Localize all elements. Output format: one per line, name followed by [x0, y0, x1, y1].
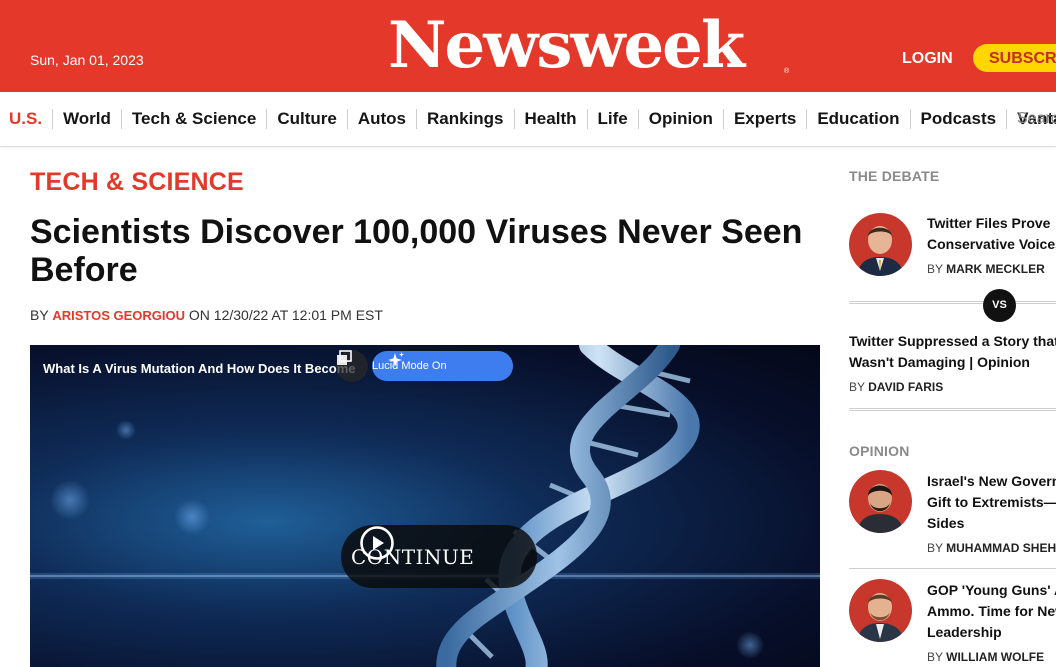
- debate-story-title-1[interactable]: Twitter Files Prove Conservative Voices: [927, 213, 1056, 255]
- video-player[interactable]: What Is A Virus Mutation And How Does It…: [30, 345, 820, 667]
- opinion-story-title-1[interactable]: Israel's New Government Gift to Extremis…: [927, 471, 1056, 534]
- divider: [849, 408, 1056, 411]
- article-byline: BY ARISTOS GEORGIOU ON 12/30/22 AT 12:01…: [30, 307, 383, 323]
- title-line: Twitter Suppressed a Story that: [849, 333, 1056, 349]
- article-dateline: ON 12/30/22 AT 12:01 PM EST: [188, 307, 383, 323]
- title-line: Gift to Extremists—: [927, 494, 1056, 510]
- article-headline: Scientists Discover 100,000 Viruses Neve…: [30, 213, 803, 289]
- search-input[interactable]: Search: [1017, 110, 1056, 128]
- current-date: Sun, Jan 01, 2023: [30, 52, 144, 68]
- divider: [849, 301, 1056, 304]
- lucid-mode-toggle[interactable]: Lucid Mode On: [372, 351, 513, 381]
- author-link[interactable]: MUHAMMAD SHEHADA: [946, 541, 1056, 555]
- author-link[interactable]: DAVID FARIS: [868, 380, 943, 394]
- byline-prefix: BY: [849, 380, 865, 394]
- video-title: What Is A Virus Mutation And How Does It…: [43, 361, 356, 376]
- debate-heading: THE DEBATE: [849, 168, 940, 184]
- author-photo-mark-meckler: [849, 213, 912, 276]
- login-link[interactable]: LOGIN: [902, 50, 953, 68]
- debate-byline-1: BY MARK MECKLER: [927, 262, 1045, 276]
- title-line: Leadership: [927, 624, 1002, 640]
- byline-prefix: BY: [927, 650, 943, 664]
- avatar[interactable]: [849, 470, 912, 533]
- opinion-story-title-2[interactable]: GOP 'Young Guns' A Ammo. Time for New Le…: [927, 580, 1056, 643]
- logo-registered-mark: ®: [784, 68, 790, 75]
- title-line: Wasn't Damaging | Opinion: [849, 354, 1030, 370]
- nav-item-opinion[interactable]: Opinion: [637, 109, 723, 129]
- opinion-byline-1: BY MUHAMMAD SHEHADA: [927, 541, 1056, 555]
- play-icon: [360, 526, 394, 560]
- title-line: GOP 'Young Guns' A: [927, 582, 1056, 598]
- lucid-mode-label: Lucid Mode On: [372, 360, 447, 372]
- picture-in-picture-icon: [337, 350, 352, 365]
- picture-in-picture-button[interactable]: [336, 350, 368, 382]
- nav-item-rankings[interactable]: Rankings: [416, 109, 514, 129]
- byline-prefix: BY: [927, 541, 943, 555]
- debate-byline-2: BY DAVID FARIS: [849, 380, 943, 394]
- divider: [849, 568, 1056, 569]
- section-nav: U.S. World Tech & Science Culture Autos …: [0, 92, 1056, 147]
- avatar[interactable]: [849, 213, 912, 276]
- nav-item-world[interactable]: World: [52, 109, 121, 129]
- title-line: Sides: [927, 515, 965, 531]
- nav-item-life[interactable]: Life: [586, 109, 638, 129]
- nav-item-education[interactable]: Education: [806, 109, 909, 129]
- nav-item-culture[interactable]: Culture: [266, 109, 347, 129]
- sparkle-icon: [388, 352, 404, 367]
- newsweek-logo[interactable]: Newsweek: [388, 6, 745, 86]
- avatar[interactable]: [849, 579, 912, 642]
- author-link[interactable]: MARK MECKLER: [946, 262, 1045, 276]
- nav-item-podcasts[interactable]: Podcasts: [909, 109, 1007, 129]
- title-line: Conservative Voices: [927, 236, 1056, 252]
- subscribe-button[interactable]: SUBSCRIBE: [973, 44, 1056, 72]
- vs-badge: VS: [983, 289, 1016, 322]
- nav-item-autos[interactable]: Autos: [346, 109, 416, 129]
- title-line: Twitter Files Prove: [927, 215, 1051, 231]
- section-label[interactable]: TECH & SCIENCE: [30, 168, 244, 197]
- nav-item-us[interactable]: U.S.: [0, 109, 52, 129]
- opinion-heading: OPINION: [849, 443, 910, 459]
- byline-prefix: BY: [927, 262, 943, 276]
- nav-item-health[interactable]: Health: [513, 109, 587, 129]
- nav-item-experts[interactable]: Experts: [722, 109, 806, 129]
- opinion-byline-2: BY WILLIAM WOLFE: [927, 650, 1044, 664]
- author-link[interactable]: WILLIAM WOLFE: [946, 650, 1044, 664]
- continue-button[interactable]: CONTINUE: [341, 525, 537, 588]
- dna-helix-image: [30, 345, 820, 667]
- byline-prefix: BY: [30, 307, 49, 323]
- top-header: Sun, Jan 01, 2023 Newsweek ® LOGIN SUBSC…: [0, 0, 1056, 92]
- nav-list: U.S. World Tech & Science Culture Autos …: [0, 92, 1056, 146]
- author-link[interactable]: ARISTOS GEORGIOU: [52, 308, 185, 323]
- author-photo-william-wolfe: [849, 579, 912, 642]
- title-line: Ammo. Time for New: [927, 603, 1056, 619]
- debate-story-title-2[interactable]: Twitter Suppressed a Story that Wasn't D…: [849, 331, 1056, 373]
- author-photo-muhammad-shehada: [849, 470, 912, 533]
- title-line: Israel's New Government: [927, 473, 1056, 489]
- nav-item-tech-science[interactable]: Tech & Science: [120, 109, 266, 129]
